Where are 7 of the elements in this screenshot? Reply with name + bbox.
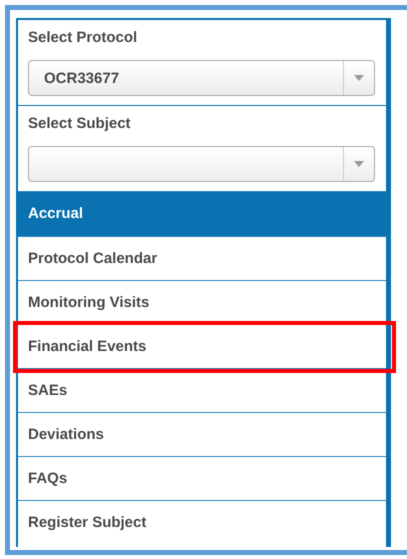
caret-icon [354,75,364,81]
field-label: Select Subject [28,114,132,134]
dropdown-field[interactable]: OCR33677 [28,60,375,96]
caret-icon [354,161,364,167]
field-label: Select Protocol [28,28,138,48]
dropdown-field[interactable] [28,146,375,182]
menu-item[interactable]: Accrual [18,191,386,236]
